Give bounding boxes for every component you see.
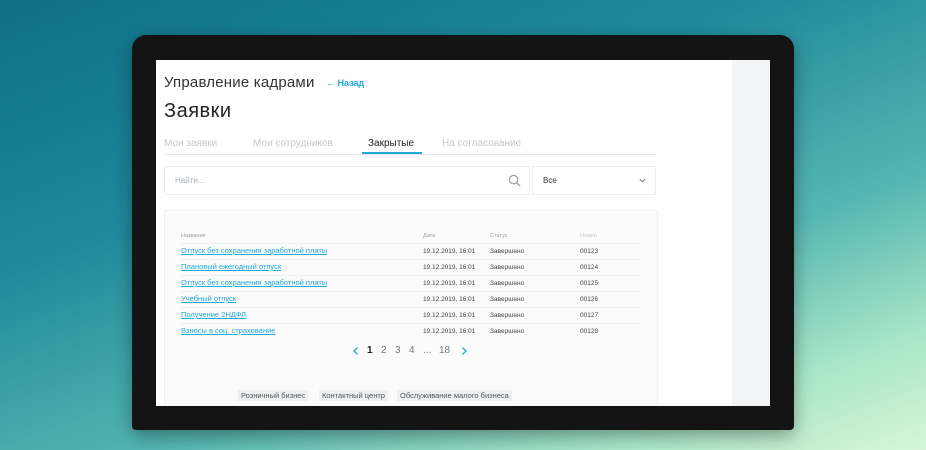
column-header-date: Дата <box>423 233 436 239</box>
table-row-name-link[interactable]: Плановый ежегодный отпуск <box>181 262 281 271</box>
table-row-number: 00125 <box>580 280 599 287</box>
table-row-status: Завершено <box>490 296 525 303</box>
table-row-date: 19.12.2019, 16:01 <box>423 248 476 255</box>
table-row-date: 19.12.2019, 16:01 <box>423 280 476 287</box>
chevron-left-icon[interactable] <box>351 346 361 356</box>
row-divider <box>181 323 641 324</box>
tab-my-requests[interactable]: Мои заявки <box>164 138 217 149</box>
table-row-number: 00124 <box>580 264 599 271</box>
row-divider <box>181 259 641 260</box>
requests-card: Название Дата Статус Номер Отпуск без со… <box>164 210 658 406</box>
row-divider <box>181 275 641 276</box>
table-row-number: 00127 <box>580 312 599 319</box>
table-row-name-link[interactable]: Взносы в соц. страхование <box>181 326 275 335</box>
column-header-status: Статус <box>490 233 508 239</box>
footer-tag-retail[interactable]: Розничный бизнес <box>238 390 309 401</box>
table-row-status: Завершено <box>490 264 525 271</box>
footer-tag-contact-center[interactable]: Контактный центр <box>319 390 388 401</box>
footer-tag-small-business[interactable]: Обслуживание малого бизнеса <box>397 390 512 401</box>
table-row-number: 00123 <box>580 248 599 255</box>
filter-value: Все <box>543 176 557 185</box>
table-row-date: 19.12.2019, 16:01 <box>423 328 476 335</box>
table-row-number: 00126 <box>580 296 599 303</box>
active-tab-indicator <box>362 152 422 154</box>
chevron-right-icon[interactable] <box>459 346 469 356</box>
table-row-status: Завершено <box>490 280 525 287</box>
app-screen: Управление кадрами ← Назад Заявки Мои за… <box>156 60 770 406</box>
table-row-date: 19.12.2019, 16:01 <box>423 296 476 303</box>
back-link[interactable]: ← Назад <box>326 78 364 88</box>
page-2[interactable]: 2 <box>381 345 387 356</box>
table-row-name-link[interactable]: Учебный отпуск <box>181 294 236 303</box>
table-row-number: 00128 <box>580 328 599 335</box>
table-row-name-link[interactable]: Получение 2НДФЛ <box>181 310 246 319</box>
tab-approval[interactable]: На согласование <box>442 138 521 149</box>
table-row-name-link[interactable]: Отпуск без сохранения заработной платы <box>181 278 327 287</box>
table-row-status: Завершено <box>490 328 525 335</box>
page-4[interactable]: 4 <box>409 345 415 356</box>
row-divider <box>181 243 641 244</box>
search-input[interactable] <box>165 167 515 194</box>
chevron-down-icon <box>639 178 646 183</box>
table-row-name-link[interactable]: Отпуск без сохранения заработной платы <box>181 246 327 255</box>
page-1[interactable]: 1 <box>367 345 373 356</box>
column-header-name: Название <box>181 233 206 239</box>
row-divider <box>181 307 641 308</box>
table-row-status: Завершено <box>490 312 525 319</box>
status-filter-select[interactable]: Все <box>532 166 656 195</box>
page-title: Заявки <box>164 100 232 122</box>
search-box <box>164 166 530 195</box>
tab-my-employees[interactable]: Мои сотрудников <box>253 138 333 149</box>
page-ellipsis: ... <box>423 345 432 356</box>
column-header-number: Номер <box>580 233 597 239</box>
row-divider <box>181 291 641 292</box>
page-3[interactable]: 3 <box>395 345 401 356</box>
table-row-status: Завершено <box>490 248 525 255</box>
table-row-date: 19.12.2019, 16:01 <box>423 264 476 271</box>
search-icon[interactable] <box>508 174 521 187</box>
table-row-date: 19.12.2019, 16:01 <box>423 312 476 319</box>
module-title: Управление кадрами <box>164 74 315 91</box>
page-18[interactable]: 18 <box>439 345 450 356</box>
tab-closed[interactable]: Закрытые <box>368 138 414 149</box>
right-panel <box>732 60 770 406</box>
tab-bar: Мои заявки Мои сотрудников Закрытые На с… <box>164 138 656 155</box>
